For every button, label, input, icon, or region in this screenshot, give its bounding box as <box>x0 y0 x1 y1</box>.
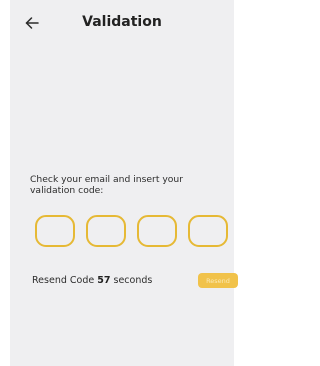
countdown-seconds: 57 <box>97 275 111 286</box>
validation-screen: Validation Check your email and insert y… <box>10 0 238 366</box>
resend-suffix: seconds <box>113 275 153 286</box>
code-input-1[interactable] <box>35 215 75 247</box>
page-title: Validation <box>82 14 162 30</box>
instruction-text: Check your email and insert your validat… <box>30 174 183 196</box>
resend-row: Resend Code 57 seconds Resend <box>32 273 238 289</box>
code-input-group <box>35 215 243 251</box>
resend-prefix: Resend Code <box>32 275 95 286</box>
code-input-2[interactable] <box>86 215 126 247</box>
resend-button[interactable]: Resend <box>198 273 238 288</box>
code-input-3[interactable] <box>137 215 177 247</box>
header: Validation <box>10 0 234 50</box>
resend-countdown: Resend Code 57 seconds <box>32 275 152 286</box>
code-input-4[interactable] <box>188 215 228 247</box>
